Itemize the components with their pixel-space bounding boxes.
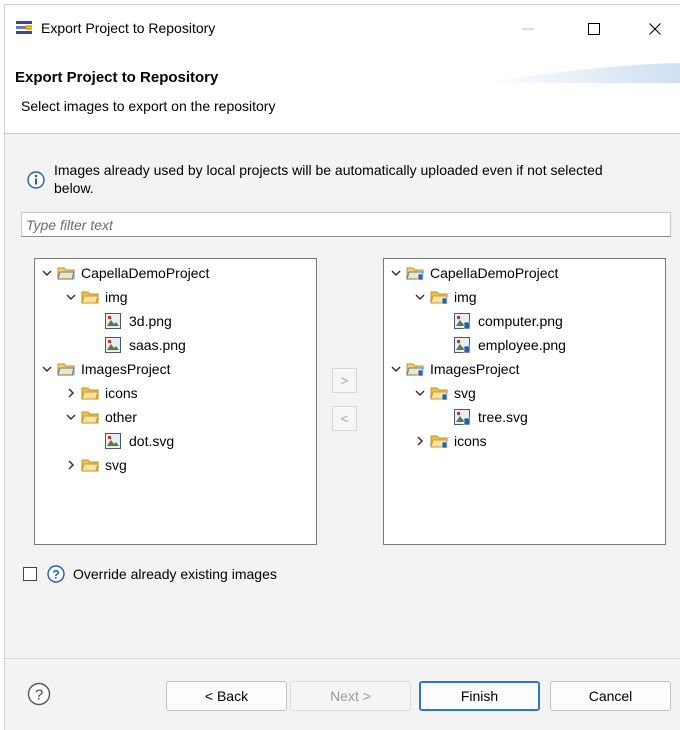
info-icon	[27, 171, 45, 192]
project-folder-icon	[57, 265, 75, 281]
chevron-right-icon[interactable]	[65, 387, 77, 399]
info-message: Images already used by local projects wi…	[54, 162, 603, 196]
folder-open-icon	[81, 409, 99, 425]
cancel-button[interactable]: Cancel	[550, 681, 671, 711]
repository-image-icon	[454, 409, 470, 425]
chevron-down-icon[interactable]	[41, 267, 53, 279]
project-folder-icon	[57, 361, 75, 377]
chevron-down-icon[interactable]	[41, 363, 53, 375]
repository-images-tree[interactable]: CapellaDemoProject img computer.png empl…	[383, 258, 666, 545]
tree-node-project[interactable]: CapellaDemoProject	[41, 262, 209, 284]
tree-node-image[interactable]: tree.svg	[454, 406, 528, 428]
repository-folder-icon	[430, 433, 448, 449]
add-to-repository-button[interactable]: >	[332, 368, 357, 393]
chevron-down-icon[interactable]	[65, 411, 77, 423]
tree-node-image[interactable]: 3d.png	[105, 310, 172, 332]
chevron-right-icon[interactable]	[414, 435, 426, 447]
override-option[interactable]: ? Override already existing images	[23, 565, 277, 583]
help-icon[interactable]: ?	[27, 682, 51, 709]
title-bar: Export Project to Repository	[5, 5, 680, 53]
chevron-down-icon[interactable]	[414, 387, 426, 399]
tree-node-folder[interactable]: icons	[65, 382, 138, 404]
next-button[interactable]: Next >	[290, 681, 411, 711]
minimize-button[interactable]	[505, 13, 551, 45]
tree-node-folder[interactable]: svg	[414, 382, 476, 404]
footer-separator	[5, 658, 680, 659]
window-title: Export Project to Repository	[41, 20, 216, 36]
tree-node-image[interactable]: employee.png	[454, 334, 566, 356]
svg-text:?: ?	[52, 568, 59, 582]
chevron-down-icon[interactable]	[390, 267, 402, 279]
folder-icon	[81, 385, 99, 401]
tree-node-image[interactable]: computer.png	[454, 310, 563, 332]
repository-project-icon	[406, 361, 424, 377]
app-icon	[15, 19, 33, 37]
close-button[interactable]	[632, 13, 678, 45]
back-button[interactable]: < Back	[166, 681, 287, 711]
chevron-down-icon[interactable]	[390, 363, 402, 375]
header-swoosh-graphic	[480, 63, 680, 83]
local-images-tree[interactable]: CapellaDemoProject img 3d.png saas.png I…	[34, 258, 317, 545]
chevron-down-icon[interactable]	[414, 291, 426, 303]
tree-node-folder[interactable]: img	[414, 286, 477, 308]
svg-text:?: ?	[35, 687, 43, 704]
repository-image-icon	[454, 313, 470, 329]
finish-button[interactable]: Finish	[419, 681, 540, 711]
dialog-window: Export Project to Repository Export Proj…	[4, 4, 680, 730]
header-description: Select images to export on the repositor…	[21, 98, 276, 114]
folder-icon	[81, 457, 99, 473]
tree-node-folder[interactable]: img	[65, 286, 128, 308]
wizard-header: Export Project to Repository Select imag…	[5, 53, 680, 134]
repository-folder-icon	[430, 385, 448, 401]
question-icon[interactable]: ?	[47, 565, 65, 583]
repository-folder-icon	[430, 289, 448, 305]
tree-node-folder[interactable]: other	[65, 406, 137, 428]
chevron-down-icon[interactable]	[65, 291, 77, 303]
tree-node-folder[interactable]: svg	[65, 454, 127, 476]
filter-input[interactable]	[21, 212, 671, 237]
image-file-icon	[105, 337, 121, 353]
override-label: Override already existing images	[73, 566, 277, 582]
tree-node-project[interactable]: ImagesProject	[390, 358, 519, 380]
image-file-icon	[105, 433, 121, 449]
chevron-right-icon[interactable]	[65, 459, 77, 471]
remove-from-repository-button[interactable]: <	[332, 406, 357, 431]
tree-node-project[interactable]: CapellaDemoProject	[390, 262, 558, 284]
tree-node-folder[interactable]: icons	[414, 430, 487, 452]
folder-open-icon	[81, 289, 99, 305]
tree-node-project[interactable]: ImagesProject	[41, 358, 170, 380]
tree-node-image[interactable]: dot.svg	[105, 430, 174, 452]
close-icon	[649, 23, 661, 35]
repository-image-icon	[454, 337, 470, 353]
override-checkbox[interactable]	[23, 567, 37, 581]
maximize-button[interactable]	[571, 13, 617, 45]
repository-project-icon	[406, 265, 424, 281]
image-file-icon	[105, 313, 121, 329]
tree-node-image[interactable]: saas.png	[105, 334, 186, 356]
header-title: Export Project to Repository	[15, 69, 219, 86]
